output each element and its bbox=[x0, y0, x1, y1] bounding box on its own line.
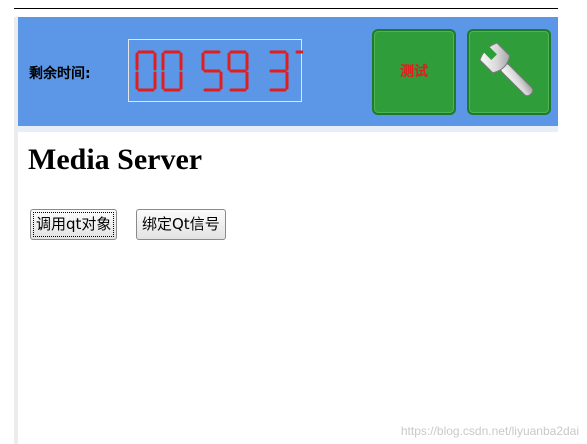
test-button-label: 测试 bbox=[400, 64, 428, 80]
watermark: https://blog.csdn.net/liyuanba2dai bbox=[400, 424, 579, 438]
bind-qt-signal-button[interactable]: 绑定Qt信号 bbox=[136, 209, 226, 240]
remaining-time-label: 剩余时间: bbox=[29, 66, 91, 82]
call-qt-object-button[interactable]: 调用qt对象 bbox=[30, 209, 118, 240]
test-button[interactable]: 测试 bbox=[372, 29, 456, 115]
top-divider bbox=[14, 8, 558, 9]
settings-button[interactable] bbox=[467, 29, 551, 115]
app-window: 剩余时间: 测试 Media Server 调用qt对象 绑定Qt信号 http… bbox=[0, 0, 587, 444]
wrench-icon bbox=[479, 42, 534, 97]
countdown-lcd bbox=[135, 50, 303, 92]
page-title: Media Server bbox=[28, 143, 203, 176]
countdown-display bbox=[128, 39, 303, 102]
toolbar-divider bbox=[18, 126, 558, 132]
